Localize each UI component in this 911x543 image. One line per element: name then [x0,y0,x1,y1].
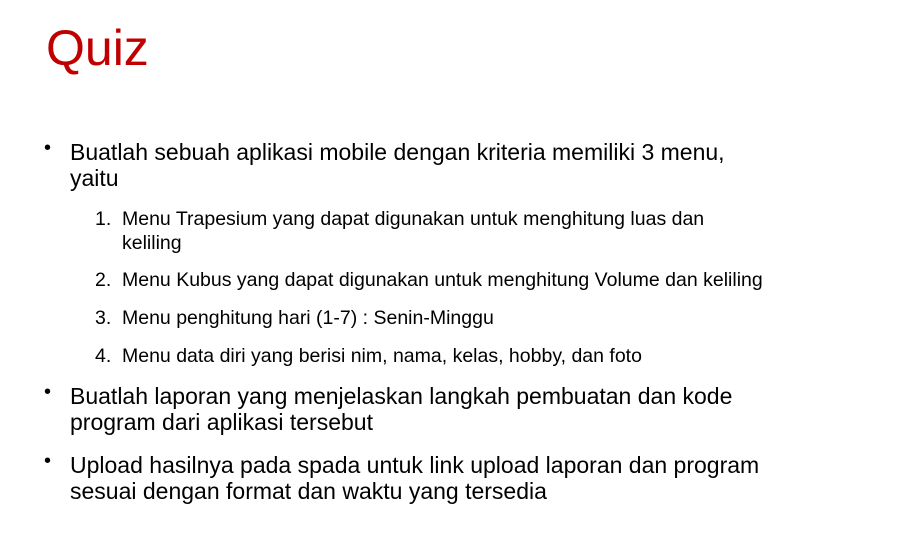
bullet-icon: • [44,137,52,159]
bullet-icon: • [44,381,52,403]
item-number: 2. [95,269,112,291]
bullet-text: sesuai dengan format dan waktu yang ters… [70,478,547,504]
bullet-text: Buatlah sebuah aplikasi mobile dengan kr… [70,139,725,165]
item-text: keliling [122,232,182,254]
item-text: Menu data diri yang berisi nim, nama, ke… [122,345,642,367]
bullet-text: Buatlah laporan yang menjelaskan langkah… [70,383,733,409]
item-number: 3. [95,307,112,329]
bullet-text: Upload hasilnya pada spada untuk link up… [70,452,760,478]
item-text: Menu Trapesium yang dapat digunakan untu… [122,208,705,230]
bullet-text: yaitu [70,165,119,191]
item-text: Menu Kubus yang dapat digunakan untuk me… [122,269,763,291]
bullet-text: program dari aplikasi tersebut [70,409,373,435]
bullet-icon: • [44,450,52,472]
item-text: Menu penghitung hari (1-7) : Senin-Mingg… [122,307,494,329]
slide-title: Quiz [46,20,149,76]
item-number: 1. [95,208,112,230]
item-number: 4. [95,345,112,367]
